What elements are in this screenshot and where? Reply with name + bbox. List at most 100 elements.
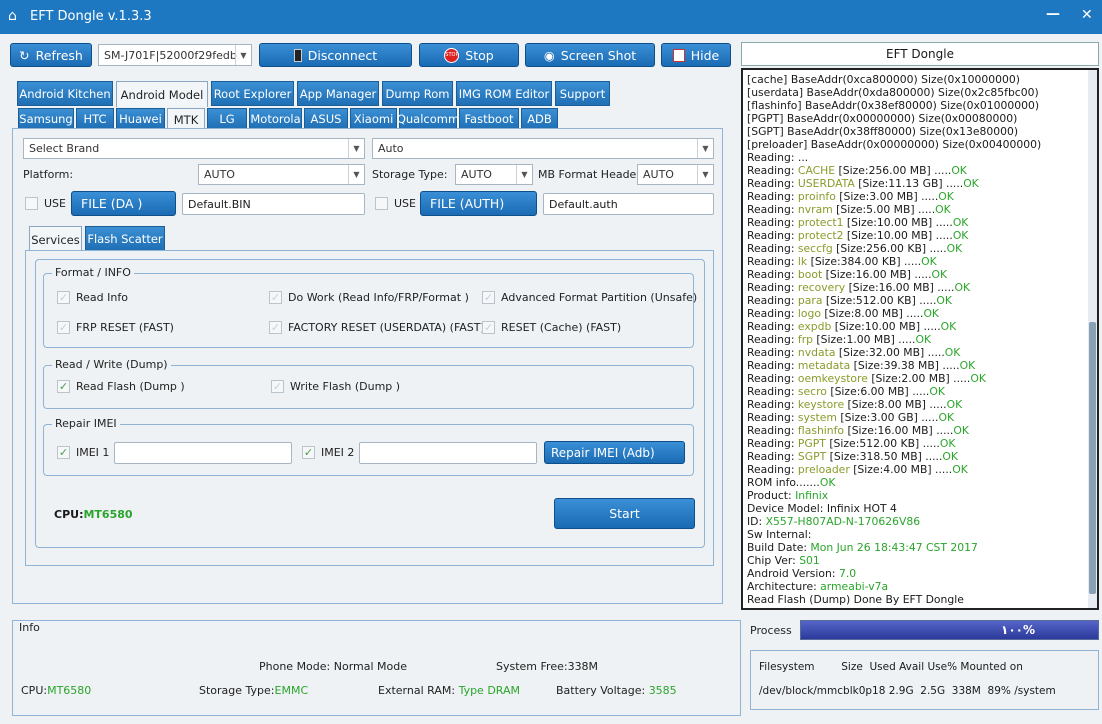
log-segment: [Size:16.00 MB] ..... (822, 268, 932, 281)
imei2-checkbox[interactable]: ✓ IMEI 2 (302, 446, 354, 459)
hide-button[interactable]: Hide (661, 43, 731, 67)
imei1-field[interactable] (114, 442, 292, 464)
log-segment: OK (959, 359, 976, 372)
tab-services[interactable]: Services (29, 226, 82, 252)
tab-dump-rom[interactable]: Dump Rom (382, 81, 453, 106)
log-segment: Reading: (747, 229, 798, 242)
log-segment: [Size:512.00 KB] ..... (825, 437, 940, 450)
tab-adb[interactable]: ADB (521, 108, 558, 130)
minimize-button[interactable]: — (1046, 6, 1060, 22)
device-select[interactable]: SM-J701F|52000f29fedb ▼ (98, 44, 252, 66)
log-segment: Reading: (747, 255, 798, 268)
tab-htc[interactable]: HTC (76, 108, 114, 130)
start-button[interactable]: Start (554, 498, 695, 529)
read-info-checkbox[interactable]: ✓ Read Info (57, 291, 128, 304)
log-line: Reading: boot [Size:16.00 MB] .....OK (743, 268, 1097, 281)
tab-flash-scatter[interactable]: Flash Scatter (85, 226, 165, 251)
auth-file-field[interactable]: Default.auth (543, 193, 714, 215)
log-line: [cache] BaseAddr(0xca800000) Size(0x1000… (743, 73, 1097, 86)
model-select[interactable]: Auto ▼ (372, 138, 714, 159)
use-da-checkbox[interactable]: USE (25, 197, 66, 210)
chevron-down-icon: ▼ (348, 165, 364, 184)
log-segment: OK (935, 203, 951, 216)
log-line: Reading: CACHE [Size:256.00 MB] .....OK (743, 164, 1097, 177)
log-line: Reading: nvram [Size:5.00 MB] .....OK (743, 203, 1097, 216)
log-segment: Reading: (747, 372, 798, 385)
screenshot-button[interactable]: ◉ Screen Shot (525, 43, 655, 67)
tab-img-rom-editor[interactable]: IMG ROM Editor (456, 81, 552, 106)
frp-reset-checkbox[interactable]: ✓ FRP RESET (FAST) (57, 321, 174, 334)
advanced-format-checkbox[interactable]: ✓ Advanced Format Partition (Unsafe) (482, 291, 697, 304)
log-segment: [Size:256.00 KB] ..... (832, 242, 947, 255)
tab-samsung[interactable]: Samsung (18, 108, 74, 130)
log-segment: [Size:11.13 GB] ..... (854, 177, 964, 190)
log-segment: OK (915, 333, 932, 346)
checkmark-icon: ✓ (269, 291, 282, 304)
tab-motorola[interactable]: Motorola (249, 108, 302, 130)
factory-reset-checkbox[interactable]: ✓ FACTORY RESET (USERDATA) (FAST) (269, 321, 485, 334)
tab-android-model[interactable]: Android Model (116, 81, 208, 107)
log-segment: S01 (799, 554, 820, 567)
filesystem-row: /dev/block/mmcblk0p18 2.9G 2.5G 338M 89%… (759, 685, 1056, 697)
log-line: Reading: para [Size:512.00 KB] .....OK (743, 294, 1097, 307)
checkmark-icon: ✓ (269, 321, 282, 334)
scrollbar-thumb[interactable] (1089, 322, 1096, 594)
log-line: ROM info.......OK (743, 476, 1097, 489)
log-scrollbar[interactable] (1088, 70, 1097, 608)
tab-asus[interactable]: ASUS (304, 108, 348, 130)
do-work-checkbox[interactable]: ✓ Do Work (Read Info/FRP/Format ) (269, 291, 469, 304)
checkmark-icon: ✓ (482, 321, 495, 334)
tab-huawei[interactable]: Huawei (116, 108, 165, 130)
tab-app-manager[interactable]: App Manager (297, 81, 379, 106)
log-segment: Reading: (747, 346, 798, 359)
tab-xiaomi[interactable]: Xiaomi (350, 108, 397, 130)
checkmark-icon: ✓ (57, 321, 70, 334)
log-segment: keystore (797, 398, 845, 411)
log-line: Reading: oemkeystore [Size:2.00 MB] ....… (743, 372, 1097, 385)
camera-icon: ◉ (543, 47, 555, 63)
storage-type-select[interactable]: AUTO ▼ (455, 164, 533, 185)
log-segment: SGPT (797, 450, 827, 463)
chevron-down-icon: ▼ (516, 165, 532, 184)
log-segment: OK (953, 424, 969, 437)
platform-select[interactable]: AUTO ▼ (198, 164, 365, 185)
log-line: Reading: protect1 [Size:10.00 MB] .....O… (743, 216, 1097, 229)
log-line: Chip Ver: S01 (743, 554, 1097, 567)
reset-cache-checkbox[interactable]: ✓ RESET (Cache) (FAST) (482, 321, 621, 334)
write-flash-checkbox[interactable]: ✓ Write Flash (Dump ) (271, 380, 400, 393)
disconnect-button[interactable]: Disconnect (259, 43, 412, 67)
imei1-checkbox[interactable]: ✓ IMEI 1 (57, 446, 109, 459)
log-segment: Product: (747, 489, 796, 502)
read-flash-checkbox[interactable]: ✓ Read Flash (Dump ) (57, 380, 185, 393)
tab-android-kitchen[interactable]: Android Kitchen (17, 81, 113, 106)
log-segment: Reading: (747, 385, 798, 398)
tab-support[interactable]: Support (555, 81, 610, 106)
log-segment: Reading: (747, 190, 798, 203)
use-auth-checkbox[interactable]: USE (375, 197, 416, 210)
repair-imei-button[interactable]: Repair IMEI (Adb) (544, 441, 685, 464)
log-segment: Sw Internal: (747, 528, 812, 541)
refresh-button[interactable]: ↻ Refresh (10, 43, 92, 67)
tab-lg[interactable]: LG (207, 108, 247, 130)
tab-root-explorer[interactable]: Root Explorer (211, 81, 294, 106)
file-auth-button[interactable]: FILE (AUTH) (420, 191, 537, 216)
log-panel[interactable]: [cache] BaseAddr(0xca800000) Size(0x1000… (741, 68, 1099, 610)
tab-fastboot[interactable]: Fastboot (459, 108, 519, 130)
mb-format-select[interactable]: AUTO ▼ (637, 164, 714, 185)
log-segment: [Size:16.00 MB] ..... (845, 281, 955, 294)
log-segment: recovery (797, 281, 846, 294)
log-segment: X557-H807AD-N-170626V86 (765, 515, 921, 528)
tab-qualcomm[interactable]: Qualcomm (397, 108, 459, 130)
imei2-field[interactable] (359, 442, 537, 464)
log-segment: preloader (797, 463, 850, 476)
brand-select[interactable]: Select Brand ▼ (23, 138, 365, 159)
log-line: [userdata] BaseAddr(0xda800000) Size(0x2… (743, 86, 1097, 99)
close-button[interactable]: ✕ (1081, 7, 1093, 23)
log-segment: [Size:10.00 MB] ..... (831, 320, 941, 333)
log-line: Reading: nvdata [Size:32.00 MB] .....OK (743, 346, 1097, 359)
file-da-button[interactable]: FILE (DA ) (71, 191, 176, 216)
da-file-field[interactable]: Default.BIN (182, 193, 365, 215)
log-segment: OK (936, 294, 952, 307)
stop-button[interactable]: STOP Stop (419, 43, 519, 67)
log-segment: proinfo (797, 190, 836, 203)
